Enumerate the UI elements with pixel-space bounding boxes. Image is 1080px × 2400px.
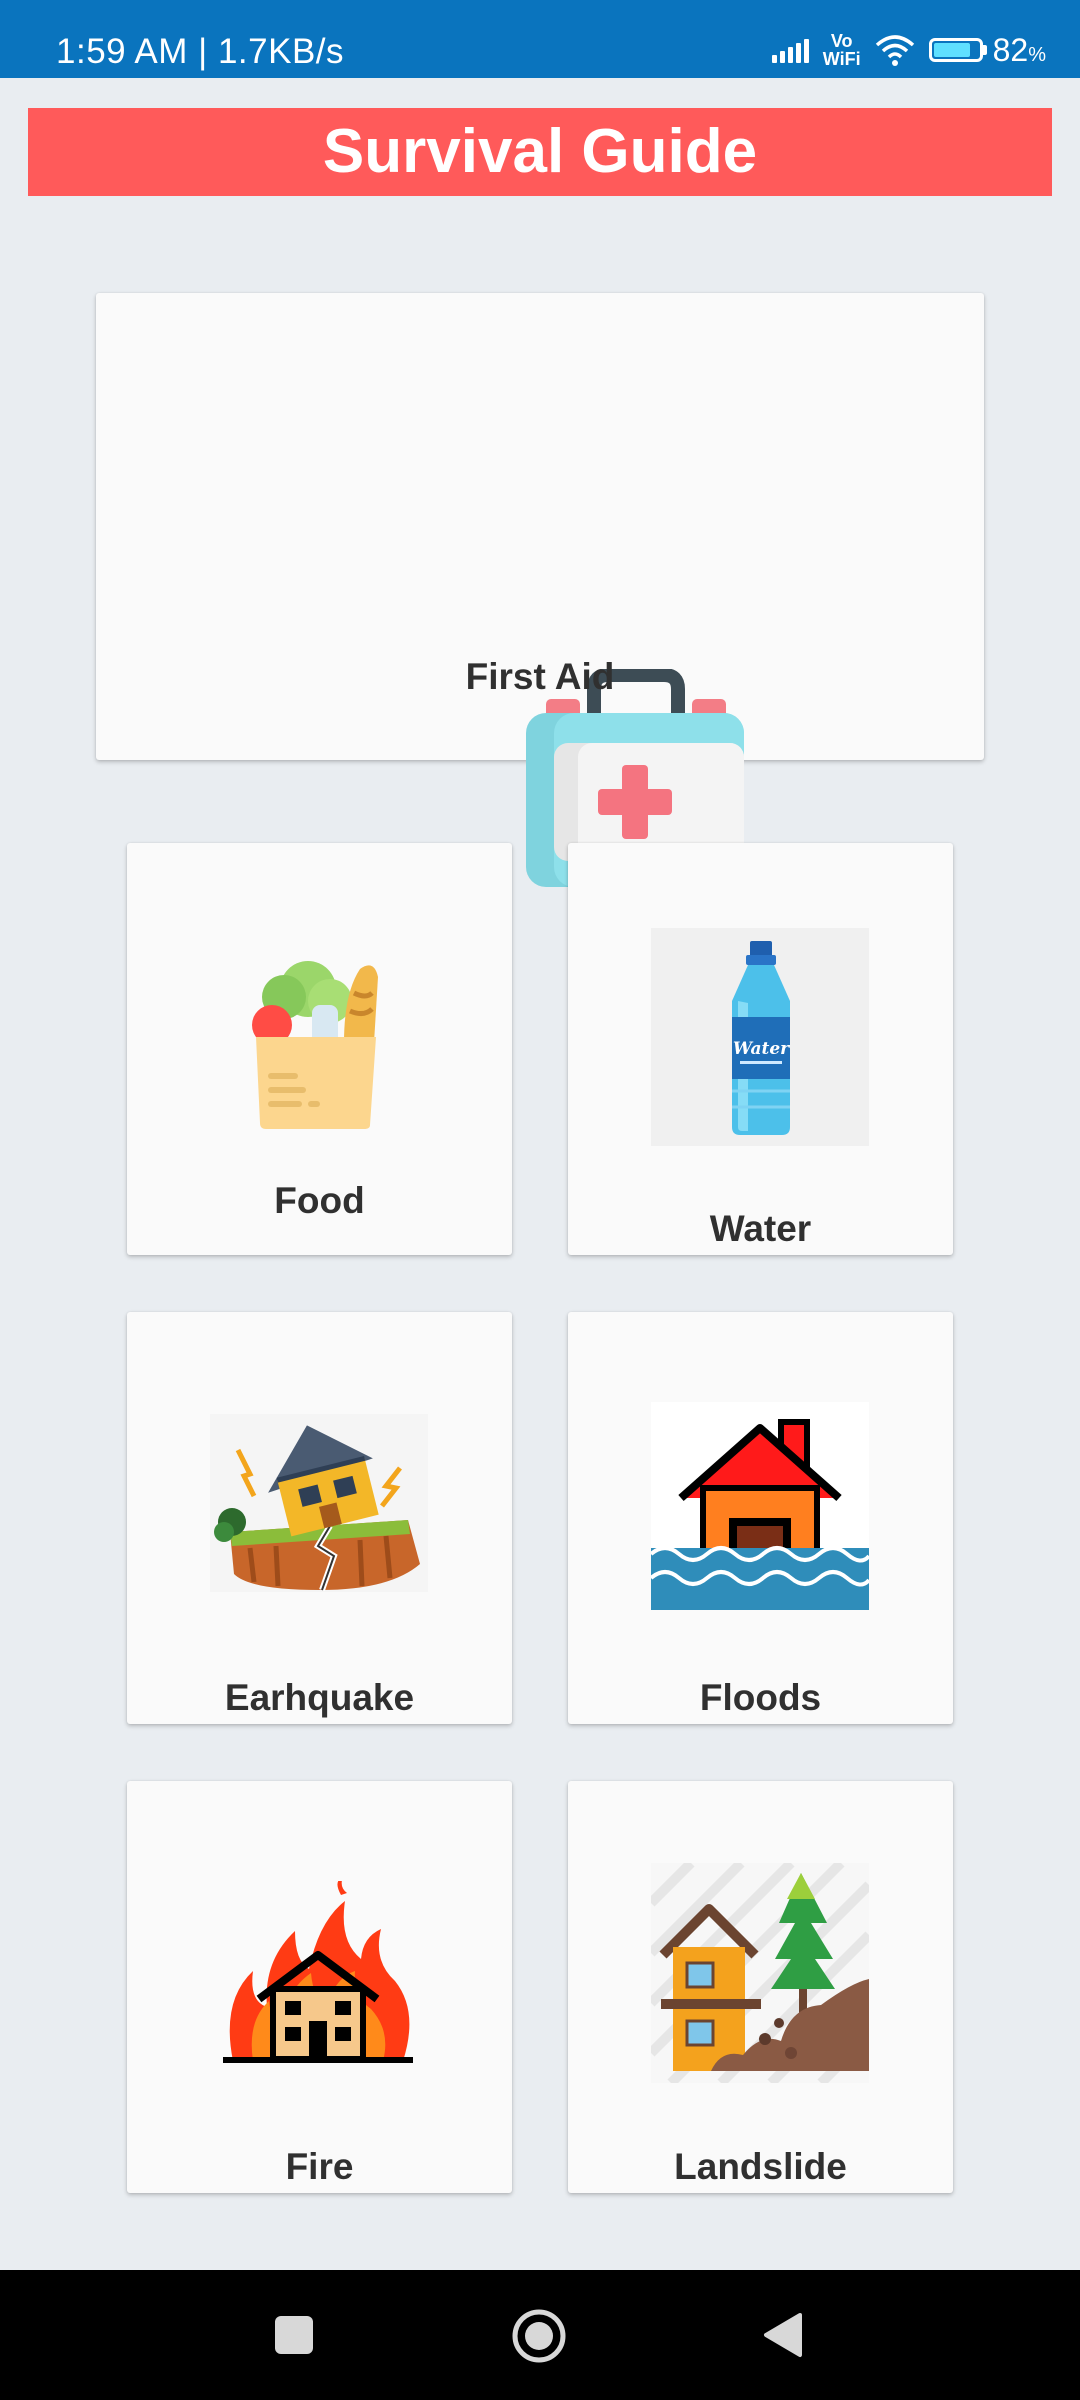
food-label: Food	[274, 1180, 365, 1221]
battery-percent: 82	[992, 31, 1029, 68]
fire-card[interactable]: Fire	[127, 1781, 512, 2193]
grocery-bag-icon	[252, 961, 378, 1129]
status-bar: 1:59 AM | 1.7KB/s Vo WiFi 82%	[0, 0, 1080, 78]
system-navigation-bar	[0, 2270, 1080, 2400]
first-aid-card[interactable]: First Aid	[96, 293, 984, 887]
first-aid-label: First Aid	[465, 656, 615, 697]
earthquake-house-icon	[214, 1425, 420, 1591]
floods-label: Floods	[699, 1677, 822, 1718]
signal-strength-icon	[771, 37, 809, 63]
food-card[interactable]: Food	[127, 843, 512, 1255]
svg-text:Water: Water	[733, 1039, 790, 1059]
landslide-card[interactable]: Landslide	[568, 1781, 953, 2193]
page-title: Survival Guide	[28, 108, 1052, 196]
status-icons: Vo WiFi 82%	[771, 28, 1046, 72]
recent-apps-button[interactable]	[273, 2314, 315, 2356]
status-time-speed: 1:59 AM | 1.7KB/s	[56, 32, 345, 71]
fire-label: Fire	[285, 2146, 354, 2187]
landslide-house-icon	[651, 1863, 869, 2083]
home-button[interactable]	[511, 2308, 567, 2364]
water-bottle-icon: Water	[732, 941, 790, 1135]
burning-house-icon	[223, 1881, 413, 2063]
earthquake-label: Earhquake	[224, 1677, 415, 1718]
landslide-label: Landslide	[674, 2146, 847, 2187]
wifi-icon	[875, 35, 914, 66]
vowifi-icon: Vo WiFi	[822, 31, 861, 69]
water-label: Water	[709, 1208, 812, 1249]
water-card[interactable]: Water Water	[568, 843, 953, 1255]
earthquake-card[interactable]: Earhquake	[127, 1312, 512, 1724]
flooded-house-icon	[651, 1402, 869, 1610]
battery-icon: 82%	[928, 31, 1046, 69]
floods-card[interactable]: Floods	[568, 1312, 953, 1724]
back-button[interactable]	[762, 2312, 804, 2358]
